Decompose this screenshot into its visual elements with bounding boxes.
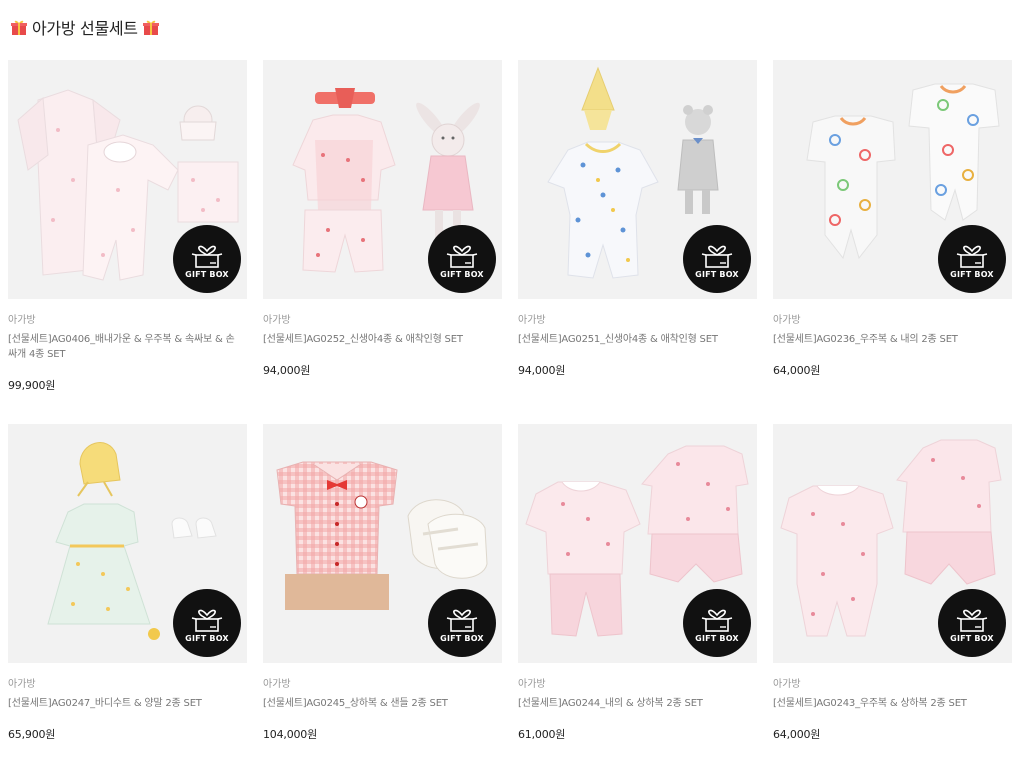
product-brand: 아가방: [773, 315, 801, 326]
product-thumbnail[interactable]: GIFT BOX: [263, 60, 502, 299]
product-thumbnail[interactable]: GIFT BOX: [263, 424, 502, 663]
product-brand: 아가방: [8, 679, 36, 690]
product-thumbnail[interactable]: GIFT BOX: [773, 60, 1012, 299]
product-card[interactable]: GIFT BOX 아가방 [선물세트]AG0406_배내가운 & 우주복 & 속…: [8, 60, 247, 392]
gift-box-label: GIFT BOX: [695, 270, 739, 279]
gift-box-badge[interactable]: GIFT BOX: [173, 225, 241, 293]
product-price: 94,000원: [518, 364, 566, 377]
gift-box-badge[interactable]: GIFT BOX: [428, 589, 496, 657]
product-thumbnail[interactable]: GIFT BOX: [8, 424, 247, 663]
product-name[interactable]: [선물세트]AG0252_신생아4종 & 애착인형 SET: [263, 332, 498, 347]
product-card[interactable]: GIFT BOX 아가방 [선물세트]AG0243_우주복 & 상하복 2종 S…: [773, 424, 1012, 741]
product-card[interactable]: GIFT BOX 아가방 [선물세트]AG0251_신생아4종 & 애착인형 S…: [518, 60, 757, 377]
gift-box-badge[interactable]: GIFT BOX: [173, 589, 241, 657]
product-name[interactable]: [선물세트]AG0251_신생아4종 & 애착인형 SET: [518, 332, 753, 347]
gift-box-icon: [701, 245, 733, 268]
gift-box-badge[interactable]: GIFT BOX: [428, 225, 496, 293]
gift-box-label: GIFT BOX: [185, 634, 229, 643]
product-brand: 아가방: [263, 679, 291, 690]
gift-box-icon: [446, 245, 478, 268]
gift-box-badge[interactable]: GIFT BOX: [683, 225, 751, 293]
gift-box-icon: [956, 245, 988, 268]
product-brand: 아가방: [518, 679, 546, 690]
product-name[interactable]: [선물세트]AG0243_우주복 & 상하복 2종 SET: [773, 696, 1008, 711]
product-name[interactable]: [선물세트]AG0244_내의 & 상하복 2종 SET: [518, 696, 753, 711]
product-price: 94,000원: [263, 364, 311, 377]
gift-box-icon: [701, 609, 733, 632]
product-card[interactable]: GIFT BOX 아가방 [선물세트]AG0247_바디수트 & 양말 2종 S…: [8, 424, 247, 741]
gift-box-label: GIFT BOX: [440, 634, 484, 643]
product-brand: 아가방: [263, 315, 291, 326]
product-name[interactable]: [선물세트]AG0236_우주복 & 내의 2종 SET: [773, 332, 1008, 347]
gift-box-badge[interactable]: GIFT BOX: [938, 589, 1006, 657]
gift-box-icon: [191, 609, 223, 632]
product-brand: 아가방: [518, 315, 546, 326]
gift-box-label: GIFT BOX: [440, 270, 484, 279]
gift-box-label: GIFT BOX: [695, 634, 739, 643]
gift-box-badge[interactable]: GIFT BOX: [683, 589, 751, 657]
gift-box-label: GIFT BOX: [950, 634, 994, 643]
gift-box-icon: [191, 245, 223, 268]
gift-box-label: GIFT BOX: [950, 270, 994, 279]
product-price: 64,000원: [773, 364, 821, 377]
product-name[interactable]: [선물세트]AG0247_바디수트 & 양말 2종 SET: [8, 696, 243, 711]
product-thumbnail[interactable]: GIFT BOX: [773, 424, 1012, 663]
product-name[interactable]: [선물세트]AG0406_배내가운 & 우주복 & 속싸보 & 손싸개 4종 S…: [8, 332, 243, 362]
product-name[interactable]: [선물세트]AG0245_상하복 & 샌들 2종 SET: [263, 696, 498, 711]
product-brand: 아가방: [8, 315, 36, 326]
product-price: 65,900원: [8, 728, 56, 741]
product-card[interactable]: GIFT BOX 아가방 [선물세트]AG0252_신생아4종 & 애착인형 S…: [263, 60, 502, 377]
product-brand: 아가방: [773, 679, 801, 690]
product-grid: GIFT BOX 아가방 [선물세트]AG0406_배내가운 & 우주복 & 속…: [0, 0, 1024, 763]
product-price: 99,900원: [8, 379, 56, 392]
product-thumbnail[interactable]: GIFT BOX: [518, 424, 757, 663]
product-card[interactable]: GIFT BOX 아가방 [선물세트]AG0245_상하복 & 샌들 2종 SE…: [263, 424, 502, 741]
gift-box-icon: [956, 609, 988, 632]
product-thumbnail[interactable]: GIFT BOX: [8, 60, 247, 299]
gift-box-badge[interactable]: GIFT BOX: [938, 225, 1006, 293]
gift-box-icon: [446, 609, 478, 632]
gift-box-label: GIFT BOX: [185, 270, 229, 279]
product-price: 64,000원: [773, 728, 821, 741]
product-price: 61,000원: [518, 728, 566, 741]
product-thumbnail[interactable]: GIFT BOX: [518, 60, 757, 299]
product-card[interactable]: GIFT BOX 아가방 [선물세트]AG0236_우주복 & 내의 2종 SE…: [773, 60, 1012, 377]
product-card[interactable]: GIFT BOX 아가방 [선물세트]AG0244_내의 & 상하복 2종 SE…: [518, 424, 757, 741]
product-price: 104,000원: [263, 728, 318, 741]
